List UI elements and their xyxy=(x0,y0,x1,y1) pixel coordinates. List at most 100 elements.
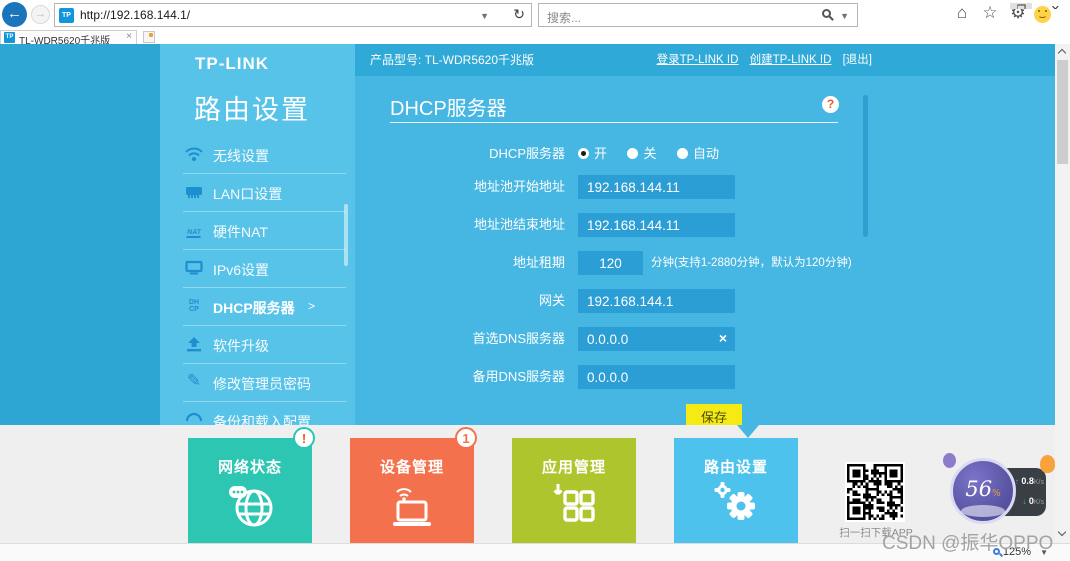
tab-bar: TP TL-WDR5620千兆版 × xyxy=(0,30,1070,47)
url-text[interactable]: http://192.168.144.1/ xyxy=(80,8,190,22)
clear-input-icon[interactable]: × xyxy=(719,330,727,346)
search-icon[interactable] xyxy=(822,9,831,18)
field-label: 备用DNS服务器 xyxy=(472,369,565,384)
radio-option-on[interactable]: 开 xyxy=(578,146,607,162)
monitor-icon xyxy=(183,259,205,279)
radio-option-off[interactable]: 关 xyxy=(627,146,656,162)
sidebar-item-ipv6[interactable]: IPv6设置 xyxy=(183,250,346,288)
dns-secondary-row: 备用DNS服务器 xyxy=(355,365,875,389)
lease-time-row: 地址租期 分钟(支持1-2880分钟，默认为120分钟) xyxy=(355,251,875,275)
sidebar-item-nat[interactable]: NAT 硬件NAT xyxy=(183,212,346,250)
radio-option-auto[interactable]: 自动 xyxy=(676,146,719,162)
memory-usage-ball[interactable]: 56% xyxy=(950,458,1016,524)
footer-tab-network-status[interactable]: ! 网络状态 xyxy=(188,427,315,543)
gears-icon xyxy=(674,480,798,536)
balloon-icon xyxy=(1040,455,1055,473)
app-download-qr-code xyxy=(845,462,905,522)
footer-tab-app-management[interactable]: 应用管理 xyxy=(512,438,636,543)
globe-chat-icon xyxy=(188,480,312,536)
sidebar-item-label: DHCP服务器 xyxy=(213,300,295,316)
gateway-row: 网关 xyxy=(355,289,875,313)
field-label: DHCP服务器 xyxy=(489,146,565,161)
search-dropdown-icon[interactable]: ▼ xyxy=(840,11,849,21)
pool-end-row: 地址池结束地址 xyxy=(355,213,875,237)
search-placeholder: 搜索... xyxy=(547,11,582,25)
scroll-up-icon[interactable] xyxy=(1057,48,1067,58)
address-bar[interactable]: TP http://192.168.144.1/ ▼ ↻ xyxy=(54,3,532,27)
tab-close-icon[interactable]: × xyxy=(126,31,132,42)
wifi-icon xyxy=(183,145,205,165)
content-header-bar: 产品型号: TL-WDR5620千兆版 登录TP-LINK ID 创建TP-LI… xyxy=(355,44,1055,76)
footer-tab-label: 网络状态 xyxy=(217,459,282,476)
download-arrow-icon: ↓ xyxy=(1022,497,1027,506)
sidebar-item-label: 软件升级 xyxy=(213,338,269,354)
help-icon[interactable]: ? xyxy=(822,96,839,113)
search-input[interactable]: 搜索... ▼ xyxy=(538,3,858,27)
count-badge: 1 xyxy=(455,427,477,449)
home-icon[interactable]: ⌂ xyxy=(950,3,974,23)
browser-toolbar: ← → TP http://192.168.144.1/ ▼ ↻ 搜索... ▼… xyxy=(0,0,1070,30)
nat-icon: NAT xyxy=(186,229,202,238)
create-tplink-id-link[interactable]: 创建TP-LINK ID xyxy=(750,54,832,66)
lease-time-input[interactable] xyxy=(578,251,643,275)
sidebar-item-upgrade[interactable]: 软件升级 xyxy=(183,326,346,364)
apps-grid-icon xyxy=(512,480,636,536)
pencil-icon: ✎ xyxy=(186,371,202,390)
logout-link[interactable]: [退出] xyxy=(843,54,872,66)
footer-tab-device-management[interactable]: 1 设备管理 xyxy=(350,427,477,543)
footer-tab-router-settings[interactable]: 路由设置 xyxy=(674,438,798,543)
scrollbar-thumb[interactable] xyxy=(1057,60,1068,164)
pool-end-input[interactable] xyxy=(578,213,735,237)
chevron-right-icon: > xyxy=(308,299,316,313)
new-tab-icon xyxy=(149,33,153,37)
balloon-icon xyxy=(943,453,956,468)
heading-divider xyxy=(390,122,838,123)
csdn-watermark: CSDN @振华OPPO xyxy=(882,533,1054,554)
account-links: 登录TP-LINK ID 创建TP-LINK ID [退出] xyxy=(649,44,872,76)
vertical-scrollbar[interactable] xyxy=(1055,44,1070,543)
sidebar-item-label: 无线设置 xyxy=(213,148,269,164)
upgrade-arrow-icon xyxy=(183,335,205,355)
cloud-decoration xyxy=(961,505,1005,517)
dns-secondary-input[interactable] xyxy=(578,365,735,389)
radio-icon[interactable] xyxy=(627,148,639,159)
maximize-button[interactable]: ❐ xyxy=(1010,3,1033,9)
url-dropdown-icon[interactable]: ▼ xyxy=(480,11,489,21)
footer-tab-label: 应用管理 xyxy=(541,459,606,476)
close-button[interactable]: ✕ xyxy=(1051,3,1060,9)
new-tab-button[interactable] xyxy=(143,31,155,43)
sidebar-item-label: LAN口设置 xyxy=(213,186,283,202)
forward-button[interactable]: → xyxy=(31,5,50,24)
sidebar-item-password[interactable]: ✎ 修改管理员密码 xyxy=(183,364,346,402)
sidebar-item-wireless[interactable]: 无线设置 xyxy=(183,136,346,174)
scroll-down-icon[interactable] xyxy=(1057,527,1067,537)
content-scrollbar[interactable] xyxy=(863,95,868,237)
back-button[interactable]: ← xyxy=(2,2,27,27)
field-label: 首选DNS服务器 xyxy=(472,331,565,346)
field-label: 地址池结束地址 xyxy=(473,217,565,232)
dhcp-toggle-row: DHCP服务器 开 关 自动 xyxy=(355,146,875,162)
tab-favicon: TP xyxy=(4,32,15,43)
active-tab-pointer xyxy=(737,425,759,438)
sidebar-item-lan[interactable]: LAN口设置 xyxy=(183,174,346,212)
footer-nav: ! 网络状态 1 设备管理 应用管理 路由设置 扫一扫下载APP ↑ 0.8K/… xyxy=(0,425,1055,543)
refresh-icon[interactable]: ↻ xyxy=(513,6,525,23)
tp-link-logo: TP-LINK xyxy=(195,54,270,73)
router-admin-page: TP-LINK 路由设置 无线设置 LAN口设置 NAT 硬件NAT IPv6设… xyxy=(0,44,1070,561)
radio-icon[interactable] xyxy=(676,148,688,159)
footer-tab-label: 设备管理 xyxy=(379,459,444,476)
lan-port-icon xyxy=(183,183,205,203)
dns-primary-input[interactable] xyxy=(578,327,735,351)
pool-start-input[interactable] xyxy=(578,175,735,199)
site-favicon: TP xyxy=(59,8,74,23)
radio-icon[interactable] xyxy=(578,148,589,159)
browser-tab[interactable]: TP TL-WDR5620千兆版 × xyxy=(0,30,137,47)
sidebar-item-dhcp[interactable]: DH CP DHCP服务器 > xyxy=(183,288,346,326)
gateway-input[interactable] xyxy=(578,289,735,313)
sidebar-scrollbar[interactable] xyxy=(344,204,348,266)
page-title: DHCP服务器 xyxy=(390,98,507,120)
footer-tab-label: 路由设置 xyxy=(703,459,768,476)
sidebar-item-label: 修改管理员密码 xyxy=(213,376,311,392)
field-label: 地址租期 xyxy=(512,255,565,270)
login-tplink-id-link[interactable]: 登录TP-LINK ID xyxy=(657,54,739,66)
